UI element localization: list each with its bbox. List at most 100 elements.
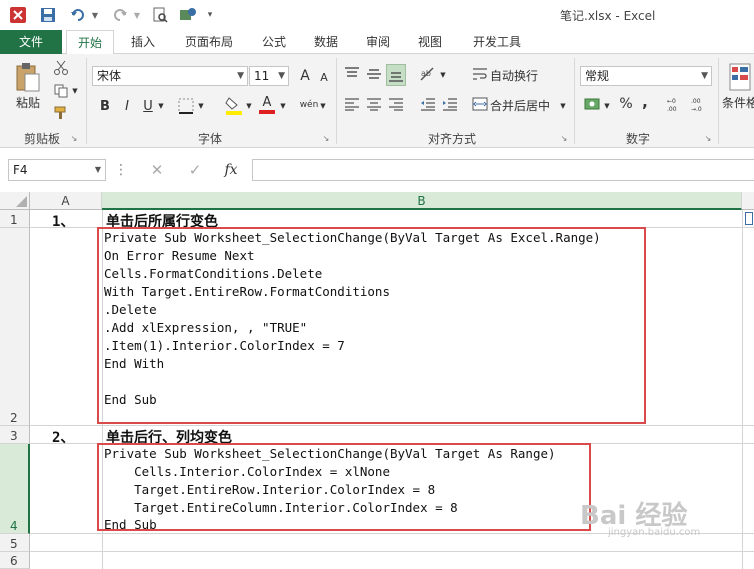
orientation-dropdown-icon[interactable]: ▼ [438, 68, 448, 82]
insert-function-button[interactable]: fx [216, 160, 246, 180]
code-line: Target.EntireColumn.Interior.ColorIndex … [104, 500, 458, 515]
borders-icon[interactable] [176, 96, 196, 116]
align-right-icon[interactable] [386, 94, 406, 114]
increase-decimal-icon[interactable]: ←0.00 [666, 94, 688, 114]
phonetic-dropdown-icon[interactable]: ▼ [318, 99, 328, 113]
decrease-decimal-icon[interactable]: .00 →.0 [690, 94, 712, 114]
svg-text:←0: ←0 [667, 98, 676, 105]
chevron-down-icon: ▼ [237, 71, 244, 81]
tab-home[interactable]: 开始 [66, 30, 114, 55]
grow-font-button[interactable]: A [296, 66, 314, 86]
row-header-6[interactable]: 6 [0, 552, 30, 569]
paste-icon[interactable] [12, 60, 44, 96]
row-header-4[interactable]: 4 [0, 444, 30, 534]
fill-color-icon[interactable] [224, 94, 244, 116]
copy-icon[interactable] [52, 82, 70, 100]
code-line: Target.EntireRow.Interior.ColorIndex = 8 [104, 482, 436, 497]
code-line: On Error Resume Next [104, 248, 255, 263]
merge-center-button[interactable]: 合并后居中 [490, 96, 556, 114]
tab-insert[interactable]: 插入 [120, 30, 166, 54]
conditional-formatting-button[interactable]: 条件格 [722, 94, 754, 110]
format-painter-icon[interactable] [52, 104, 70, 122]
column-header-c[interactable] [742, 192, 754, 210]
comma-style-button[interactable]: , [638, 92, 652, 112]
clipboard-launcher-icon[interactable]: ↘ [68, 132, 80, 144]
borders-dropdown-icon[interactable]: ▼ [196, 99, 206, 113]
cell-a3[interactable]: 2、 [52, 427, 74, 447]
merge-center-icon[interactable] [470, 94, 490, 114]
svg-text:.00: .00 [691, 98, 701, 105]
paste-button[interactable]: 粘贴 [10, 94, 46, 110]
wrap-text-icon[interactable] [470, 64, 490, 84]
copy-dropdown-icon[interactable]: ▼ [70, 84, 80, 98]
cut-icon[interactable] [52, 59, 70, 77]
row-header-1[interactable]: 1 [0, 210, 30, 228]
italic-button[interactable]: I [118, 96, 136, 116]
column-header-a[interactable]: A [30, 192, 102, 210]
chevron-down-icon: ▼ [94, 165, 101, 174]
undo-dropdown-icon[interactable]: ▼ [90, 6, 100, 24]
accounting-dropdown-icon[interactable]: ▼ [602, 99, 612, 113]
align-bottom-icon[interactable] [386, 64, 406, 86]
fill-color-dropdown-icon[interactable]: ▼ [244, 99, 254, 113]
align-left-icon[interactable] [342, 94, 362, 114]
row-header-5[interactable]: 5 [0, 534, 30, 552]
tab-page-layout[interactable]: 页面布局 [176, 30, 242, 54]
column-header-b[interactable]: B [102, 192, 742, 210]
cancel-icon[interactable]: ✕ [142, 160, 172, 180]
font-launcher-icon[interactable]: ↘ [320, 132, 332, 144]
tab-file[interactable]: 文件 [0, 30, 62, 54]
undo-icon[interactable] [68, 6, 88, 24]
tab-developer[interactable]: 开发工具 [464, 30, 530, 54]
font-color-button[interactable]: A [258, 94, 276, 116]
watermark-url: jingyan.baidu.com [608, 527, 701, 538]
worksheet-grid[interactable]: A B 1 2 3 4 5 6 1、 单击后所属行变色 Private Sub … [0, 190, 754, 569]
row-header-2[interactable]: 2 [0, 228, 30, 426]
underline-dropdown-icon[interactable]: ▼ [156, 99, 166, 113]
touch-mode-icon[interactable] [178, 6, 198, 24]
bold-button[interactable]: B [96, 96, 114, 116]
wrap-text-button[interactable]: 自动换行 [490, 66, 550, 84]
tab-view[interactable]: 视图 [408, 30, 452, 54]
decrease-indent-icon[interactable] [418, 94, 438, 114]
percent-style-button[interactable]: % [616, 94, 636, 114]
tab-data[interactable]: 数据 [304, 30, 348, 54]
formula-input[interactable] [252, 159, 754, 181]
redo-icon[interactable] [110, 6, 130, 24]
shrink-font-button[interactable]: A [316, 68, 332, 86]
font-color-swatch [259, 110, 275, 114]
merge-dropdown-icon[interactable]: ▼ [558, 99, 568, 113]
customize-toolbar-icon[interactable]: ▾ [204, 6, 216, 24]
tab-formulas[interactable]: 公式 [252, 30, 296, 54]
name-box[interactable]: F4 ▼ [8, 159, 106, 181]
tab-review[interactable]: 审阅 [356, 30, 400, 54]
increase-indent-icon[interactable] [440, 94, 460, 114]
accounting-format-icon[interactable] [582, 94, 602, 114]
alignment-launcher-icon[interactable]: ↘ [558, 132, 570, 144]
save-icon[interactable] [38, 6, 58, 24]
gridline [742, 210, 743, 569]
align-top-icon[interactable] [342, 64, 362, 84]
align-center-icon[interactable] [364, 94, 384, 114]
conditional-formatting-icon[interactable] [726, 60, 754, 94]
orientation-icon[interactable]: ab [418, 64, 438, 84]
chevron-down-icon: ▼ [701, 71, 708, 81]
font-size-select[interactable]: 11 ▼ [249, 66, 289, 86]
underline-button[interactable]: U [140, 96, 156, 116]
enter-icon[interactable]: ✓ [180, 160, 210, 180]
ribbon-tabs: 文件 开始 插入 页面布局 公式 数据 审阅 视图 开发工具 [0, 30, 754, 55]
select-all-corner[interactable] [0, 192, 30, 210]
font-name-select[interactable]: 宋体 ▼ [92, 66, 248, 86]
chevron-down-icon: ▼ [278, 71, 285, 81]
phonetic-guide-button[interactable]: wén [298, 94, 320, 116]
row-header-3[interactable]: 3 [0, 426, 30, 444]
code-line: End Sub [104, 517, 157, 532]
redo-dropdown-icon[interactable]: ▼ [132, 6, 142, 24]
print-preview-icon[interactable] [150, 6, 170, 24]
align-middle-icon[interactable] [364, 64, 384, 84]
number-format-select[interactable]: 常规 ▼ [580, 66, 712, 86]
number-launcher-icon[interactable]: ↘ [702, 132, 714, 144]
font-color-dropdown-icon[interactable]: ▼ [278, 99, 288, 113]
font-name-value: 宋体 [97, 69, 122, 83]
cell-a1[interactable]: 1、 [52, 211, 74, 231]
